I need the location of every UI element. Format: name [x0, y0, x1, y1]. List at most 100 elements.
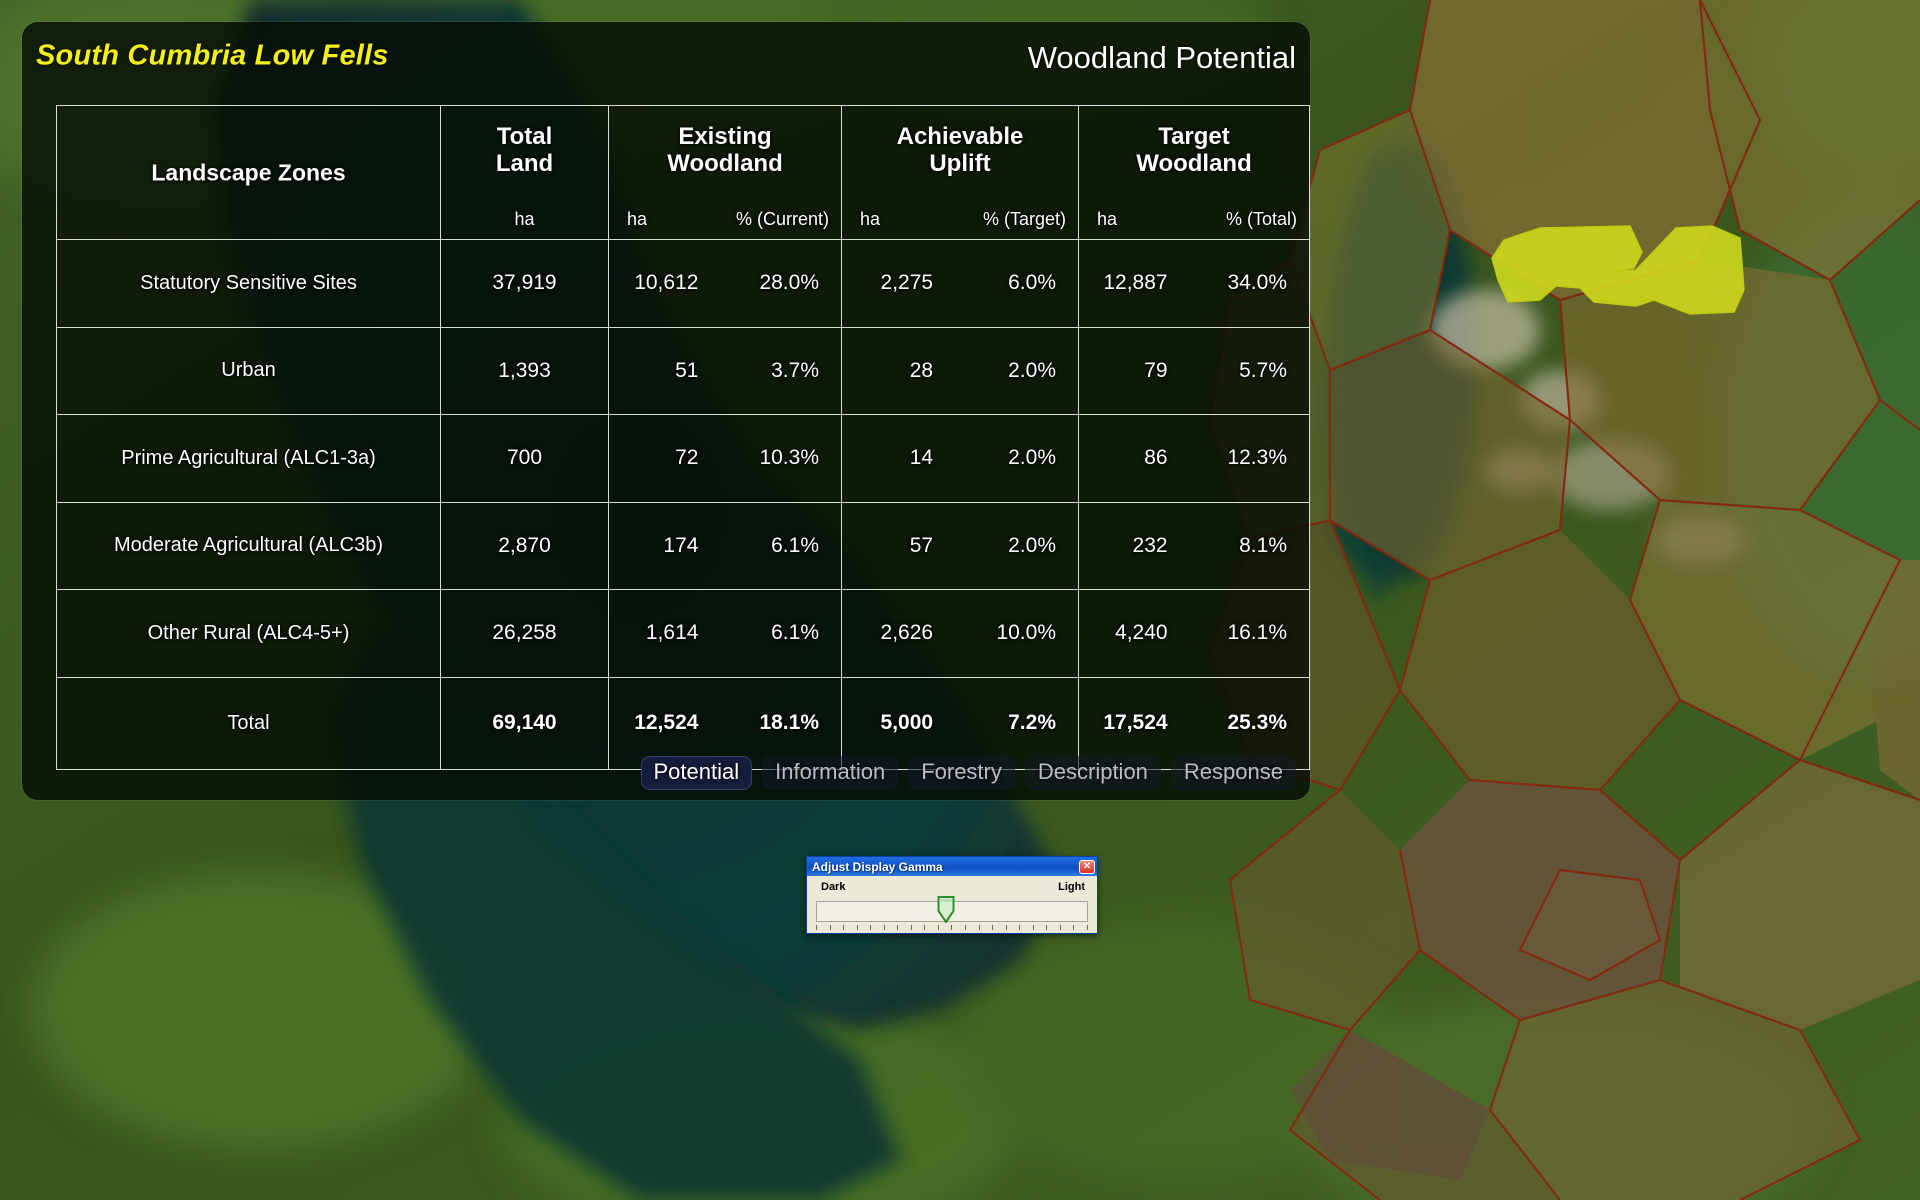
slider-tick [829, 925, 831, 930]
cell-existing-woodland-ha: 12,524 [634, 711, 699, 735]
cell-achievable-uplift-ha: 57 [909, 533, 934, 557]
cell-target-woodland-percent: 25.3% [1227, 711, 1287, 735]
cell-target-woodland: 4,240 16.1% [1078, 589, 1310, 678]
slider-label-light: Light [1058, 881, 1085, 893]
cell-total-land-ha: 37,919 [440, 239, 609, 328]
cell-target-woodland-percent: 12.3% [1227, 446, 1287, 470]
column-header-total-land: Total Land ha [440, 105, 609, 240]
column-header-target-woodland: Target Woodland ha % (Total) [1078, 105, 1310, 240]
slider-label-dark: Dark [821, 881, 846, 893]
region-title: South Cumbria Low Fells [36, 39, 389, 72]
cell-achievable-uplift-ha: 2,275 [880, 271, 934, 295]
cell-achievable-uplift: 57 2.0% [841, 501, 1079, 591]
table-header: Landscape Zones Total Land ha Existing W… [56, 105, 1310, 240]
header-line-1: Total [496, 123, 553, 150]
slider-tick [992, 925, 994, 930]
cell-target-woodland-percent: 5.7% [1239, 358, 1287, 382]
slider-tick [937, 925, 939, 930]
slider-tick [843, 925, 845, 930]
column-header-label: Target Woodland [1079, 106, 1309, 178]
table-row: Other Rural (ALC4-5+) 26,258 1,614 6.1% 2,62… [56, 589, 1310, 678]
unit-ha: ha [627, 209, 648, 229]
cell-landscape-zone: Statutory Sensitive Sites [56, 239, 441, 328]
unit-percent: % (Target) [982, 209, 1066, 229]
tab-forestry[interactable]: Forestry [908, 756, 1015, 790]
header-line-2: Uplift [929, 149, 991, 177]
cell-existing-woodland-percent: 3.7% [771, 358, 819, 382]
slider-tick [1032, 925, 1034, 930]
tab-description[interactable]: Description [1024, 756, 1161, 790]
woodland-potential-table: Landscape Zones Total Land ha Existing W… [56, 105, 1310, 771]
cell-landscape-zone: Total [56, 676, 441, 771]
adjust-display-gamma-dialog[interactable]: Adjust Display Gamma ✕ Dark Light [806, 856, 1098, 934]
woodland-potential-panel: South Cumbria Low Fells Woodland Potenti… [22, 22, 1310, 800]
slider-tick [883, 925, 885, 930]
table-row: Prime Agricultural (ALC1-3a) 700 72 10.3% 14… [56, 414, 1310, 503]
slider-tick [1019, 925, 1021, 930]
column-subheader: ha % (Current) [609, 209, 841, 230]
cell-target-woodland-percent: 16.1% [1227, 621, 1287, 645]
table-body: Statutory Sensitive Sites 37,919 10,612 28.… [56, 239, 1310, 771]
page-title: Woodland Potential [1027, 40, 1296, 75]
cell-target-woodland-percent: 34.0% [1227, 271, 1287, 295]
slider-tick [924, 925, 926, 930]
column-subheader: ha [441, 209, 608, 230]
cell-landscape-zone: Moderate Agricultural (ALC3b) [56, 501, 441, 591]
cell-achievable-uplift: 2,275 6.0% [841, 239, 1079, 328]
dialog-title: Adjust Display Gamma [812, 859, 943, 874]
cell-achievable-uplift: 14 2.0% [841, 414, 1079, 503]
slider-tick [1086, 925, 1088, 930]
cell-total-land-ha: 700 [440, 414, 609, 503]
cell-landscape-zone: Urban [56, 326, 441, 416]
cell-existing-woodland-percent: 6.1% [771, 533, 819, 557]
cell-total-land-ha: 2,870 [440, 501, 609, 591]
tab-potential[interactable]: Potential [640, 756, 753, 790]
slider-tick [1046, 925, 1048, 930]
cell-target-woodland-percent: 8.1% [1239, 533, 1287, 557]
tab-information[interactable]: Information [762, 756, 899, 790]
slider-tick [897, 925, 899, 930]
slider-tick [856, 925, 858, 930]
cell-achievable-uplift-ha: 28 [909, 358, 934, 382]
gamma-slider-thumb[interactable] [937, 896, 955, 923]
cell-achievable-uplift-ha: 2,626 [880, 621, 934, 645]
header-line-1: Existing [678, 123, 772, 150]
table-row: Moderate Agricultural (ALC3b) 2,870 174 6.1… [56, 501, 1310, 591]
tab-response[interactable]: Response [1170, 756, 1296, 790]
cell-existing-woodland-percent: 28.0% [759, 271, 819, 295]
column-header-label: Existing Woodland [609, 106, 841, 178]
cell-existing-woodland-percent: 18.1% [759, 711, 819, 735]
unit-ha: ha [860, 209, 881, 229]
slider-endpoint-labels: Dark Light [815, 880, 1089, 893]
cell-achievable-uplift-ha: 14 [909, 446, 934, 470]
cell-achievable-uplift-percent: 2.0% [1008, 533, 1056, 557]
header-line-1: Target [1158, 123, 1230, 150]
cell-existing-woodland-percent: 6.1% [771, 621, 819, 645]
cell-existing-woodland-ha: 72 [675, 446, 699, 470]
cell-existing-woodland-ha: 51 [675, 358, 699, 382]
dialog-titlebar[interactable]: Adjust Display Gamma ✕ [807, 857, 1097, 876]
column-subheader: ha % (Total) [1079, 209, 1309, 230]
cell-existing-woodland-percent: 10.3% [759, 446, 819, 470]
slider-tick [1005, 925, 1007, 930]
cell-achievable-uplift: 28 2.0% [841, 326, 1079, 416]
panel-tab-bar: Potential Information Forestry Description R… [640, 756, 1296, 790]
column-header-achievable-uplift: Achievable Uplift ha % (Target) [841, 105, 1079, 240]
cell-achievable-uplift-percent: 7.2% [1008, 711, 1056, 735]
cell-existing-woodland-ha: 10,612 [634, 271, 699, 295]
cell-existing-woodland: 51 3.7% [608, 326, 842, 416]
cell-target-woodland-ha: 232 [1132, 533, 1168, 557]
cell-total-land-ha: 1,393 [440, 326, 609, 416]
cell-landscape-zone: Prime Agricultural (ALC1-3a) [56, 414, 441, 503]
unit-percent: % (Total) [1225, 209, 1297, 229]
header-line-2: Land [495, 149, 554, 177]
cell-target-woodland: 86 12.3% [1078, 414, 1310, 503]
cell-landscape-zone: Other Rural (ALC4-5+) [56, 589, 441, 678]
close-icon[interactable]: ✕ [1079, 859, 1095, 874]
cell-achievable-uplift-percent: 6.0% [1008, 271, 1056, 295]
cell-existing-woodland: 72 10.3% [608, 414, 842, 503]
cell-achievable-uplift: 2,626 10.0% [841, 589, 1079, 678]
cell-achievable-uplift-percent: 10.0% [996, 621, 1056, 645]
header-line-2: Woodland [1136, 149, 1252, 177]
panel-header: South Cumbria Low Fells Woodland Potenti… [22, 22, 1310, 76]
